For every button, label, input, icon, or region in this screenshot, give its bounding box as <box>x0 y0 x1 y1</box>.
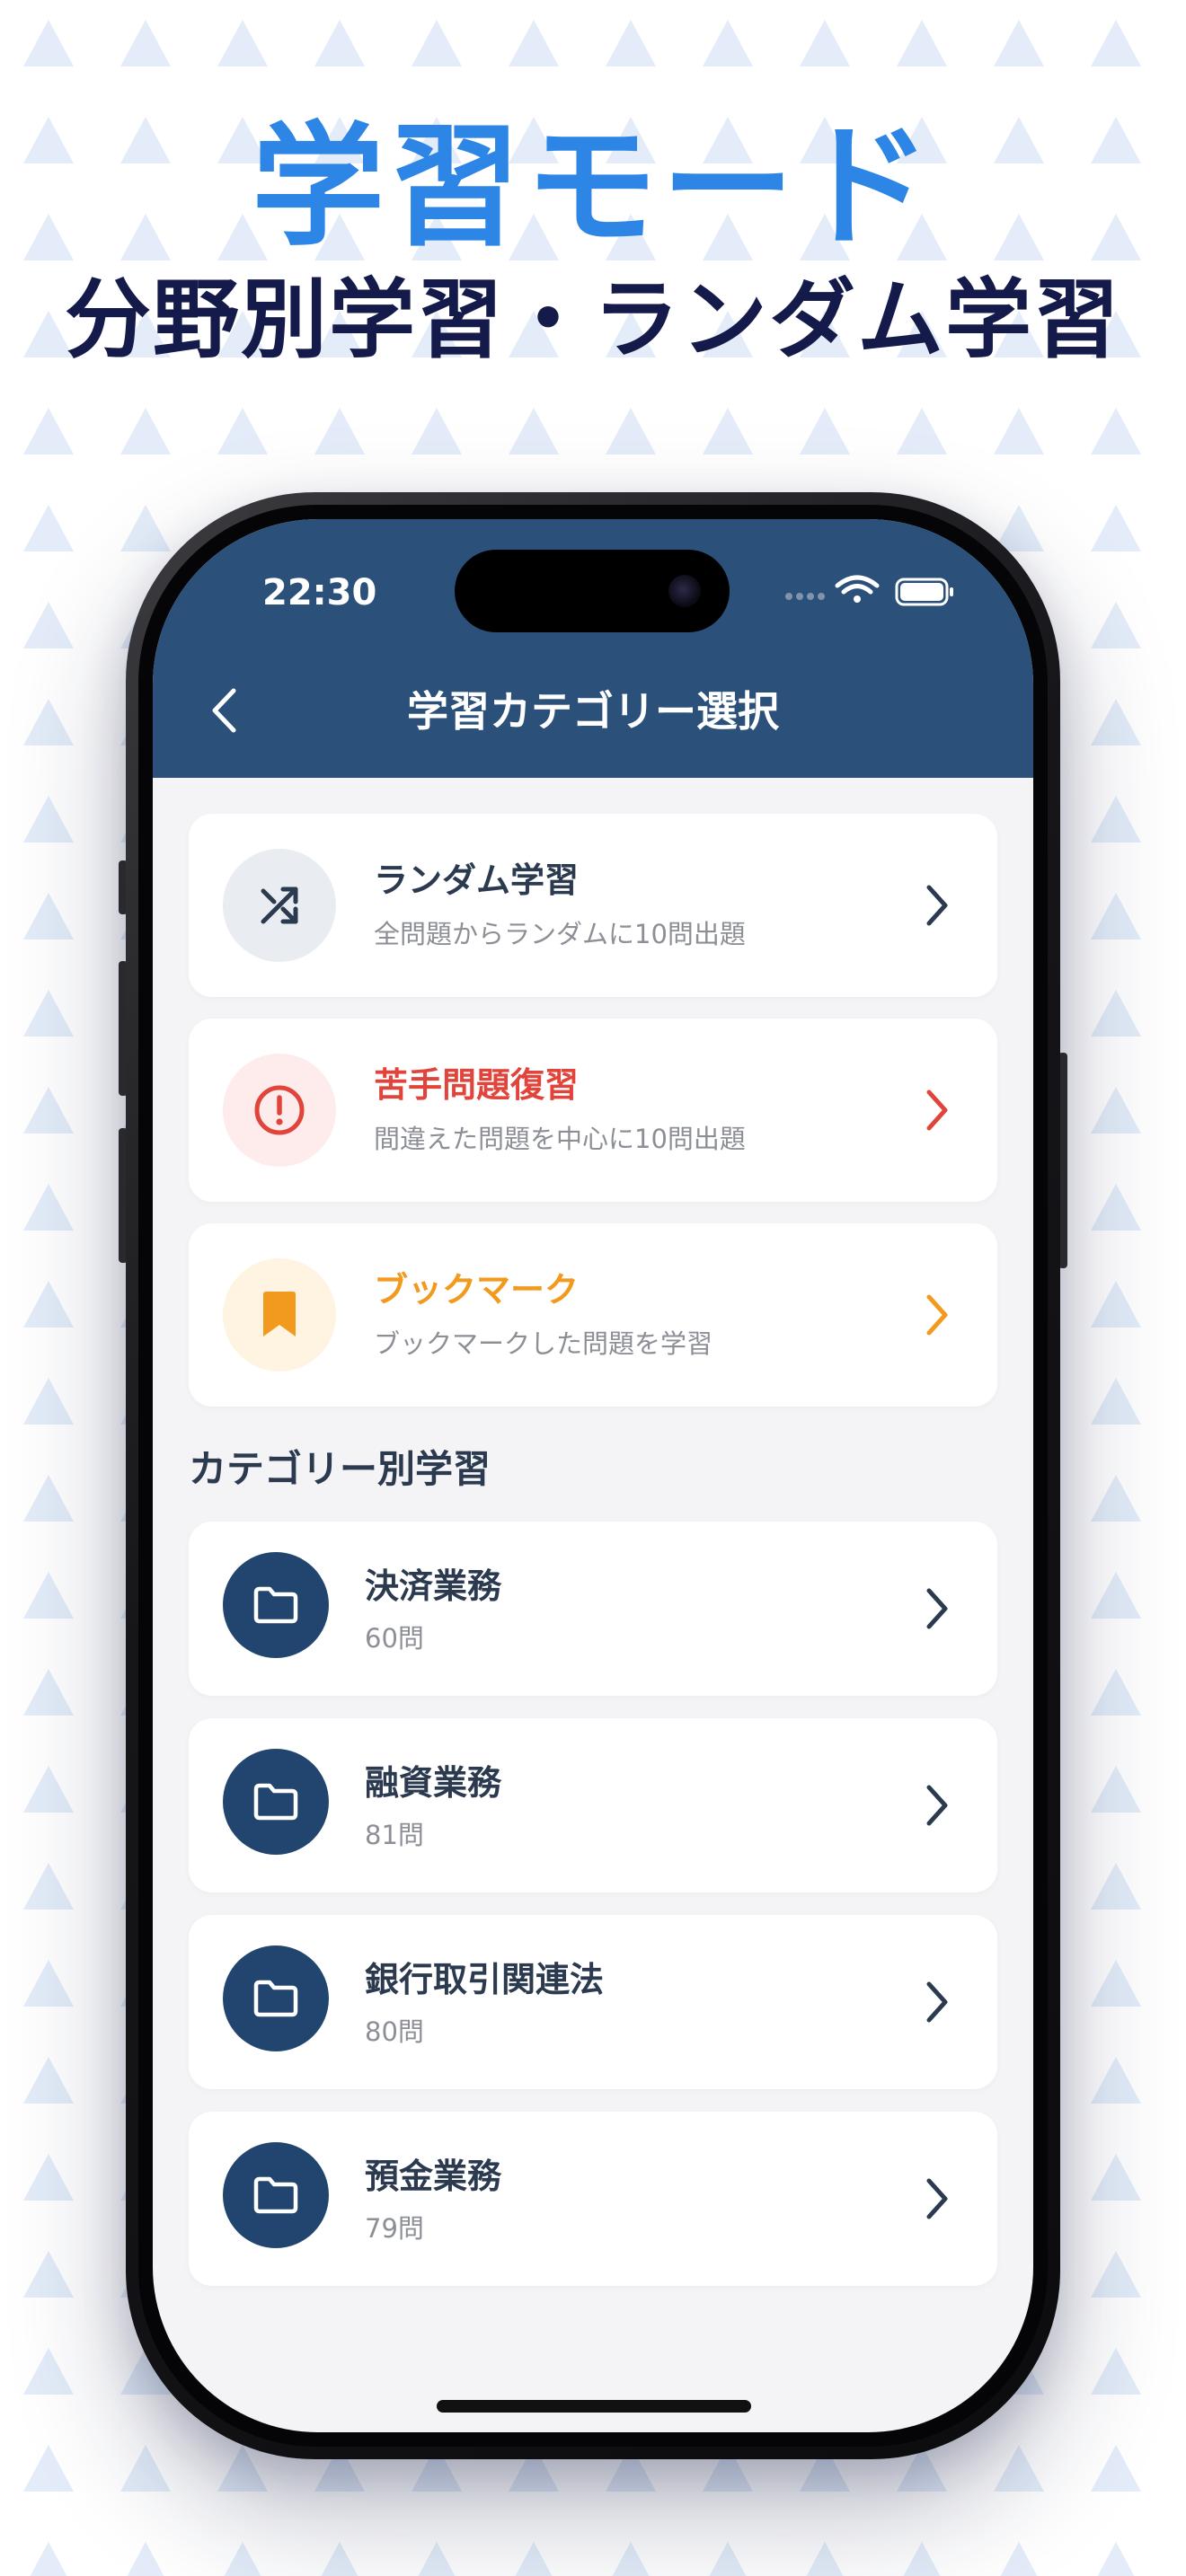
category-count: 80問 <box>365 2016 424 2047</box>
home-indicator[interactable] <box>437 2400 751 2413</box>
random-study-title: ランダム学習 <box>374 860 580 900</box>
status-icons <box>785 575 953 606</box>
wifi-icon <box>835 575 880 603</box>
category-count: 60問 <box>365 1623 424 1654</box>
category-icon-circle <box>223 1552 329 1658</box>
bookmark-icon <box>263 1292 296 1337</box>
bookmark-icon-circle <box>223 1258 336 1372</box>
battery-icon <box>895 578 953 606</box>
folder-icon <box>253 2176 298 2214</box>
navigation-header: 22:30 学習カテゴリー選択 <box>153 519 1033 778</box>
chevron-right-icon <box>926 1785 948 1826</box>
category-chevron <box>915 2172 960 2226</box>
bookmark-subtitle: ブックマークした問題を学習 <box>374 1328 713 1359</box>
chevron-right-icon <box>926 1090 948 1131</box>
folder-icon <box>253 1783 298 1821</box>
category-chevron <box>915 1778 960 1832</box>
category-card[interactable]: 銀行取引関連法 80問 <box>189 1915 997 2089</box>
category-card[interactable]: 預金業務 79問 <box>189 2112 997 2286</box>
weak-review-chevron <box>915 1083 960 1137</box>
front-camera <box>668 575 701 607</box>
chevron-right-icon <box>926 1981 948 2023</box>
chevron-right-icon <box>926 1588 948 1629</box>
random-study-chevron <box>915 878 960 932</box>
category-title: 銀行取引関連法 <box>365 1960 605 1999</box>
promo-headline: 学習モード <box>252 110 934 264</box>
category-section-label: カテゴリー別学習 <box>189 1447 491 1491</box>
signal-icon <box>785 593 825 600</box>
weak-review-card[interactable]: 苦手問題復習 間違えた問題を中心に10問出題 <box>189 1019 997 1202</box>
category-card[interactable]: 融資業務 81問 <box>189 1718 997 1892</box>
category-title: 融資業務 <box>365 1763 502 1803</box>
category-card[interactable]: 決済業務 60問 <box>189 1522 997 1696</box>
phone-screen: 22:30 学習カテゴリー選択 ランダム学習 全問題からランダムに10問出題 苦… <box>153 519 1033 2432</box>
weak-review-subtitle: 間違えた問題を中心に10問出題 <box>374 1124 746 1154</box>
bookmark-chevron <box>915 1288 960 1342</box>
category-count: 79問 <box>365 2213 424 2244</box>
shuffle-icon <box>261 887 298 924</box>
random-study-subtitle: 全問題からランダムに10問出題 <box>374 919 746 949</box>
category-icon-circle <box>223 1749 329 1855</box>
category-icon-circle <box>223 2142 329 2248</box>
chevron-right-icon <box>926 1294 948 1336</box>
category-count: 81問 <box>365 1820 424 1850</box>
bookmark-title: ブックマーク <box>374 1270 580 1310</box>
weak-review-title: 苦手問題復習 <box>374 1065 580 1105</box>
status-time: 22:30 <box>262 572 377 613</box>
folder-icon <box>253 1586 298 1624</box>
chevron-right-icon <box>926 2178 948 2219</box>
category-chevron <box>915 1582 960 1636</box>
category-title: 預金業務 <box>365 2157 502 2196</box>
bookmark-card[interactable]: ブックマーク ブックマークした問題を学習 <box>189 1223 997 1407</box>
weak-review-icon-circle <box>223 1054 336 1167</box>
chevron-right-icon <box>926 885 948 926</box>
random-study-card[interactable]: ランダム学習 全問題からランダムに10問出題 <box>189 814 997 997</box>
category-chevron <box>915 1975 960 2029</box>
folder-icon <box>253 1980 298 2017</box>
category-icon-circle <box>223 1945 329 2051</box>
alert-circle-icon <box>254 1085 305 1135</box>
promo-subheadline: 分野別学習・ランダム学習 <box>65 269 1121 370</box>
random-study-icon-circle <box>223 849 336 962</box>
screen-title: 学習カテゴリー選択 <box>407 687 779 736</box>
category-title: 決済業務 <box>365 1566 502 1606</box>
